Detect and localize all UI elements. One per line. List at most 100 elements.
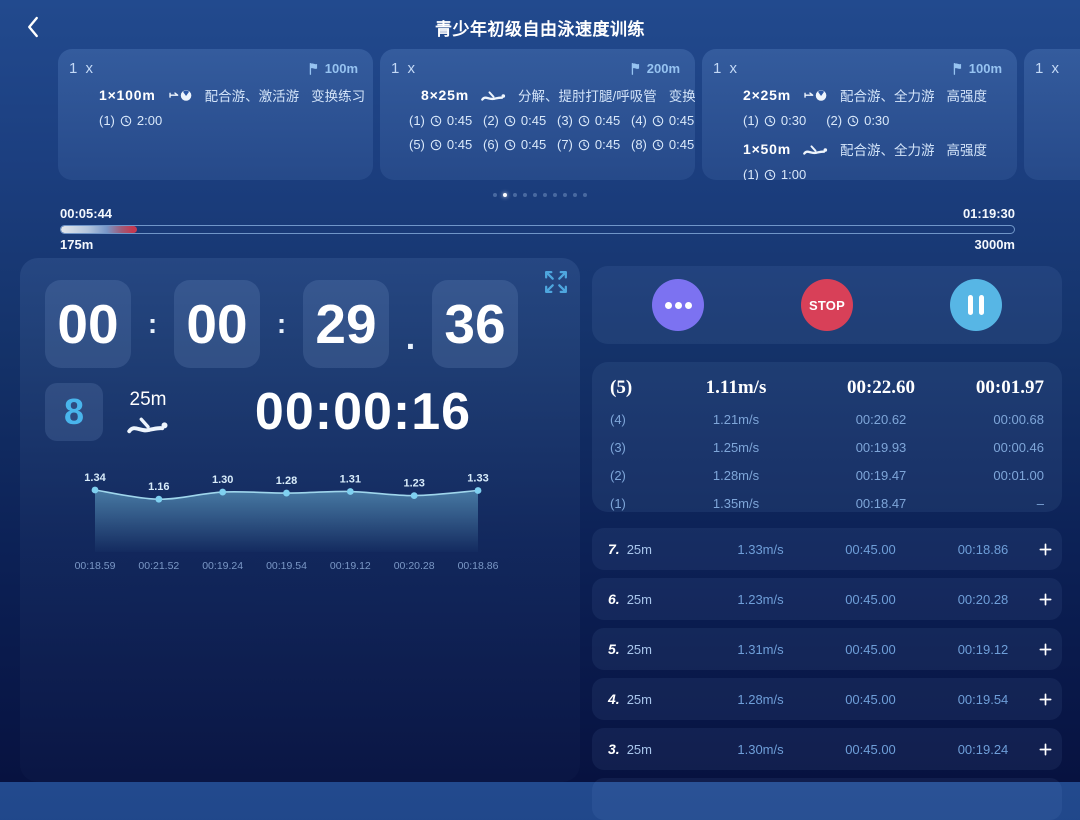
interval-chip: (6)0:45 <box>483 137 553 152</box>
lap-row[interactable]: 3.25m1.30m/s00:45.0000:19.24 <box>592 728 1062 770</box>
swim-training-screen: 青少年初级自由泳速度训练 1 x100m1×100m配合游、激活游变换练习(1)… <box>0 0 1080 782</box>
lap-row[interactable]: 5.25m1.31m/s00:45.0000:19.12 <box>592 628 1062 670</box>
split-index: (4) <box>610 412 666 427</box>
sets-label: 1×100m <box>99 87 156 103</box>
lap-speed: 1.28m/s <box>708 692 813 707</box>
carousel-dot[interactable] <box>543 193 547 197</box>
point-time-label: 00:19.24 <box>202 560 243 572</box>
interval-list: (1)1:00 <box>743 167 1002 180</box>
interval-chip: (1)2:00 <box>99 113 162 128</box>
add-icon <box>1038 592 1053 607</box>
data-point <box>283 490 290 497</box>
carousel-dot[interactable] <box>583 193 587 197</box>
pause-button[interactable] <box>950 279 1002 331</box>
carousel-dot[interactable] <box>493 193 497 197</box>
fullscreen-button[interactable] <box>540 266 572 298</box>
point-time-label: 00:18.86 <box>458 560 499 572</box>
training-card[interactable]: 1 x100m2×25m配合游、全力游高强度(1)0:30(2)0:301×50… <box>702 49 1017 180</box>
interval-chip: (7)0:45 <box>557 137 627 152</box>
exercise-intensity: 变换练习 <box>311 85 365 105</box>
lap-interval: 00:45.00 <box>813 692 928 707</box>
lap-distance: 25m <box>627 642 652 657</box>
progress-bar <box>60 225 1015 234</box>
lap-number: 3. <box>608 741 620 757</box>
carousel-dot[interactable] <box>503 193 507 197</box>
point-value-label: 1.16 <box>148 481 169 493</box>
distance-total: 3000m <box>975 237 1015 252</box>
lap-distance: 25m <box>627 542 652 557</box>
flag-icon <box>951 62 964 75</box>
split-speed: 1.28m/s <box>666 468 806 483</box>
training-card[interactable]: 1 x100m1×100m配合游、激活游变换练习(1)2:00 <box>58 49 373 180</box>
lap-time: 00:20.28 <box>928 592 1038 607</box>
sets-label: 1×50m <box>743 141 791 157</box>
page-title: 青少年初级自由泳速度训练 <box>0 15 1080 40</box>
clock-icon <box>764 169 776 181</box>
lap-row-partial[interactable] <box>592 778 1062 820</box>
point-value-label: 1.23 <box>403 478 424 490</box>
interval-list: (1)0:45(2)0:45(3)0:45(4)0:45(5)0:45(6)0:… <box>409 113 695 152</box>
ellipsis-icon <box>665 302 672 309</box>
split-diff: 00:01.00 <box>956 468 1044 483</box>
lap-row[interactable]: 7.25m1.33m/s00:45.0000:18.86 <box>592 528 1062 570</box>
carousel-dot[interactable] <box>513 193 517 197</box>
lap-number: 7. <box>608 541 620 557</box>
training-card-carousel[interactable]: 1 x100m1×100m配合游、激活游变换练习(1)2:001 x200m8×… <box>58 49 1080 180</box>
lap-row[interactable]: 4.25m1.28m/s00:45.0000:19.54 <box>592 678 1062 720</box>
swimmer-icon <box>481 89 506 102</box>
training-card[interactable]: 1 x200m8×25m分解、提肘打腿/呼吸管变换练习(1)0:45(2)0:4… <box>380 49 695 180</box>
exercise-desc: 配合游、全力游 <box>840 85 935 105</box>
carousel-dot[interactable] <box>533 193 537 197</box>
add-button[interactable] <box>1038 542 1053 557</box>
sets-label: 2×25m <box>743 87 791 103</box>
clock-icon <box>578 115 590 127</box>
point-value-label: 1.33 <box>467 473 488 485</box>
progress-fill <box>61 226 137 233</box>
stop-button[interactable]: STOP <box>801 279 853 331</box>
lap-time: 00:19.12 <box>928 642 1038 657</box>
exercise-desc: 配合游、全力游 <box>840 139 935 159</box>
clock-icon <box>504 115 516 127</box>
pause-icon <box>979 295 984 315</box>
add-button[interactable] <box>1038 742 1053 757</box>
more-button[interactable] <box>652 279 704 331</box>
lap-row[interactable]: 6.25m1.23m/s00:45.0000:20.28 <box>592 578 1062 620</box>
splits-card: (5) 1.11m/s 00:22.60 00:01.97 (4)1.21m/s… <box>592 362 1062 512</box>
lap-interval: 00:45.00 <box>813 742 928 757</box>
data-point <box>411 492 418 499</box>
swim-style-icon <box>803 89 828 102</box>
split-speed: 1.21m/s <box>666 412 806 427</box>
card-header: 1 x100m <box>69 60 358 77</box>
total-time: 01:19:30 <box>963 206 1015 221</box>
lap-interval: 00:45.00 <box>813 642 928 657</box>
timer-separator: . <box>389 319 432 368</box>
carousel-dot[interactable] <box>573 193 577 197</box>
split-history-row: (4)1.21m/s00:20.6200:00.68 <box>610 405 1044 433</box>
split-speed: 1.35m/s <box>666 496 806 511</box>
carousel-dot[interactable] <box>523 193 527 197</box>
elapsed-time: 00:05:44 <box>60 206 112 221</box>
clock-icon <box>430 139 442 151</box>
interval-chip: (8)0:45 <box>631 137 695 152</box>
distance-done: 175m <box>60 237 93 252</box>
interval-chip: (2)0:30 <box>826 113 889 128</box>
data-point <box>155 496 162 503</box>
lap-time: 00:19.24 <box>928 742 1038 757</box>
lap-distance: 25m <box>627 692 652 707</box>
add-button[interactable] <box>1038 642 1053 657</box>
point-value-label: 1.31 <box>340 474 361 486</box>
carousel-dot[interactable] <box>563 193 567 197</box>
expand-arrows-icon <box>541 267 571 297</box>
lap-distance: 25m <box>627 592 652 607</box>
split-diff: 00:00.46 <box>956 440 1044 455</box>
data-point <box>219 489 226 496</box>
training-card[interactable]: 1 x <box>1024 49 1080 180</box>
card-reps: 1 x <box>69 60 95 77</box>
add-button[interactable] <box>1038 692 1053 707</box>
add-button[interactable] <box>1038 592 1053 607</box>
point-value-label: 1.30 <box>212 474 233 486</box>
split-index: (3) <box>610 440 666 455</box>
interval-list: (1)2:00 <box>99 113 358 128</box>
carousel-dot[interactable] <box>553 193 557 197</box>
lap-number: 4. <box>608 691 620 707</box>
